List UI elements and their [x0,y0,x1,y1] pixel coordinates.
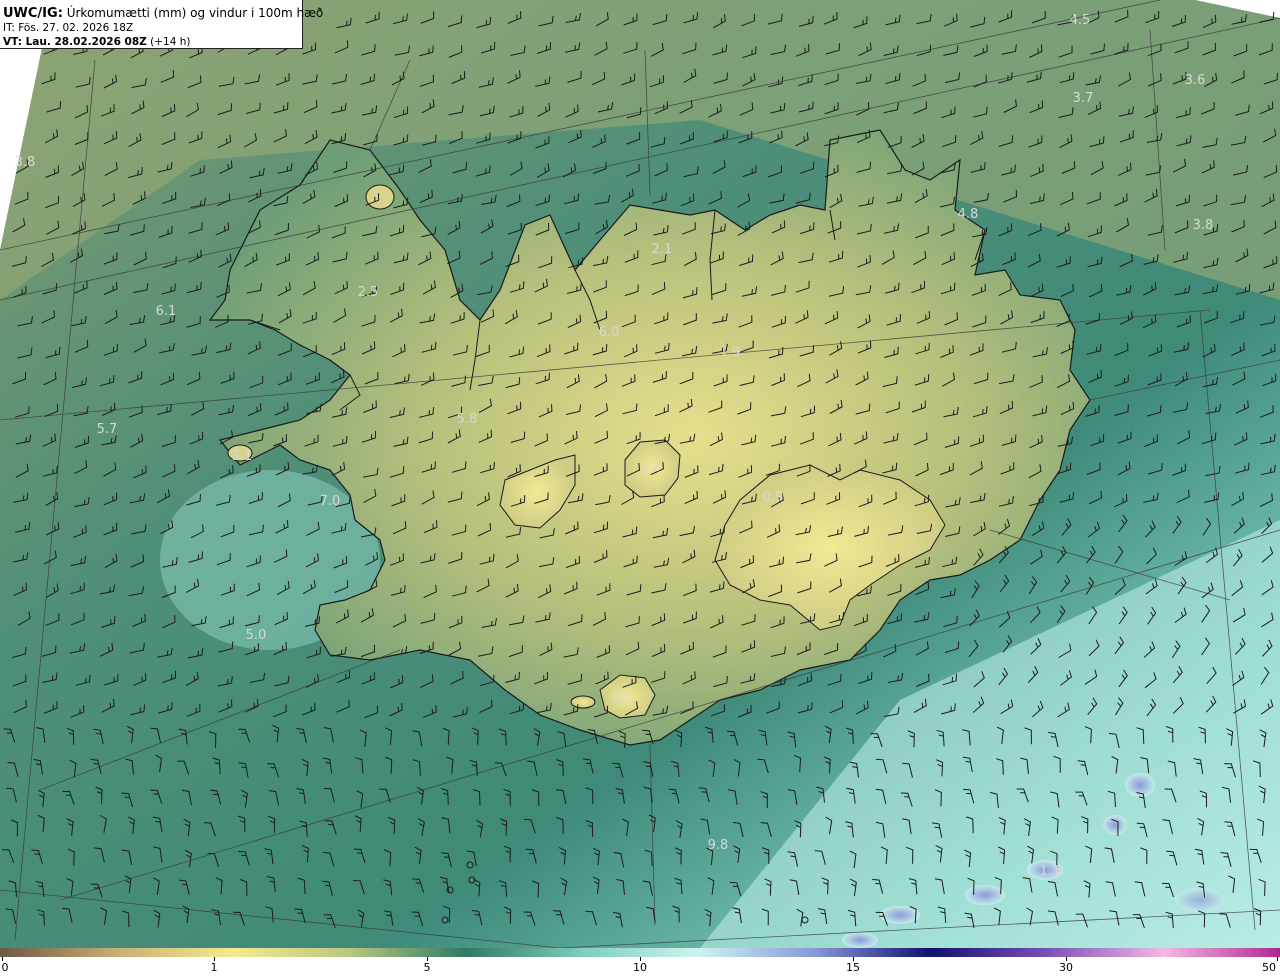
map-value: 0.9 [763,490,784,505]
colorbar-tick: 1 [210,961,218,974]
map-value: 9.8 [708,838,729,853]
valid-time: VT: Lau. 28.02.2026 08Z [3,36,147,48]
colorbar-strip [0,948,1280,957]
map-value: 5.0 [246,628,267,643]
map-value: 7.0 [320,494,341,509]
forecast-map[interactable]: 4.5 3.6 3.7 3.8 4.8 3.8 2.1 2.5 6.1 6.0 … [0,0,1280,948]
colorbar-tick: 15 [846,961,860,974]
colorbar-tick: 50 [1262,961,1276,974]
map-value: 5.7 [97,422,118,437]
map-value: 3.6 [1185,73,1206,88]
map-value: 6.0 [599,325,620,340]
colorbar-tick: 30 [1059,961,1073,974]
map-value: 3.7 [1073,91,1094,106]
map-value: 1.1 [1040,864,1061,879]
colorbar-tick: 5 [423,961,431,974]
map-value: 2.5 [358,285,379,300]
lead-time: (+14 h) [150,36,191,48]
map-value: 3.8 [1193,218,1214,233]
valid-time-line: VT: Lau. 28.02.2026 08Z (+14 h) [3,35,302,49]
init-time: IT: Fös. 27. 02. 2026 18Z [3,22,134,34]
map-value: 2.1 [652,242,673,257]
map-value: 4.8 [958,207,979,222]
map-value: 3.1 [232,449,253,464]
colorbar: 0 1 5 10 15 30 50 [0,948,1280,978]
map-value: 4.5 [1070,13,1091,28]
colorbar-tick: 10 [633,961,647,974]
product-name: UWC/IG: [3,6,63,21]
map-value: 1.2 [640,460,661,475]
map-value: 1.9 [720,345,741,360]
title-box: UWC/IG: Úrkomumætti (mm) og vindur i 100… [0,0,323,49]
field-name: Úrkomumætti (mm) og vindur i 100m hæð [66,6,324,20]
title-line: UWC/IG: Úrkomumætti (mm) og vindur i 100… [3,6,323,21]
map-value: 3.8 [15,155,36,170]
colorbar-tick: 0 [1,961,9,974]
map-value: 6.1 [156,304,177,319]
map-value: 5.8 [457,412,478,427]
map-value: 3.0 [613,690,634,705]
